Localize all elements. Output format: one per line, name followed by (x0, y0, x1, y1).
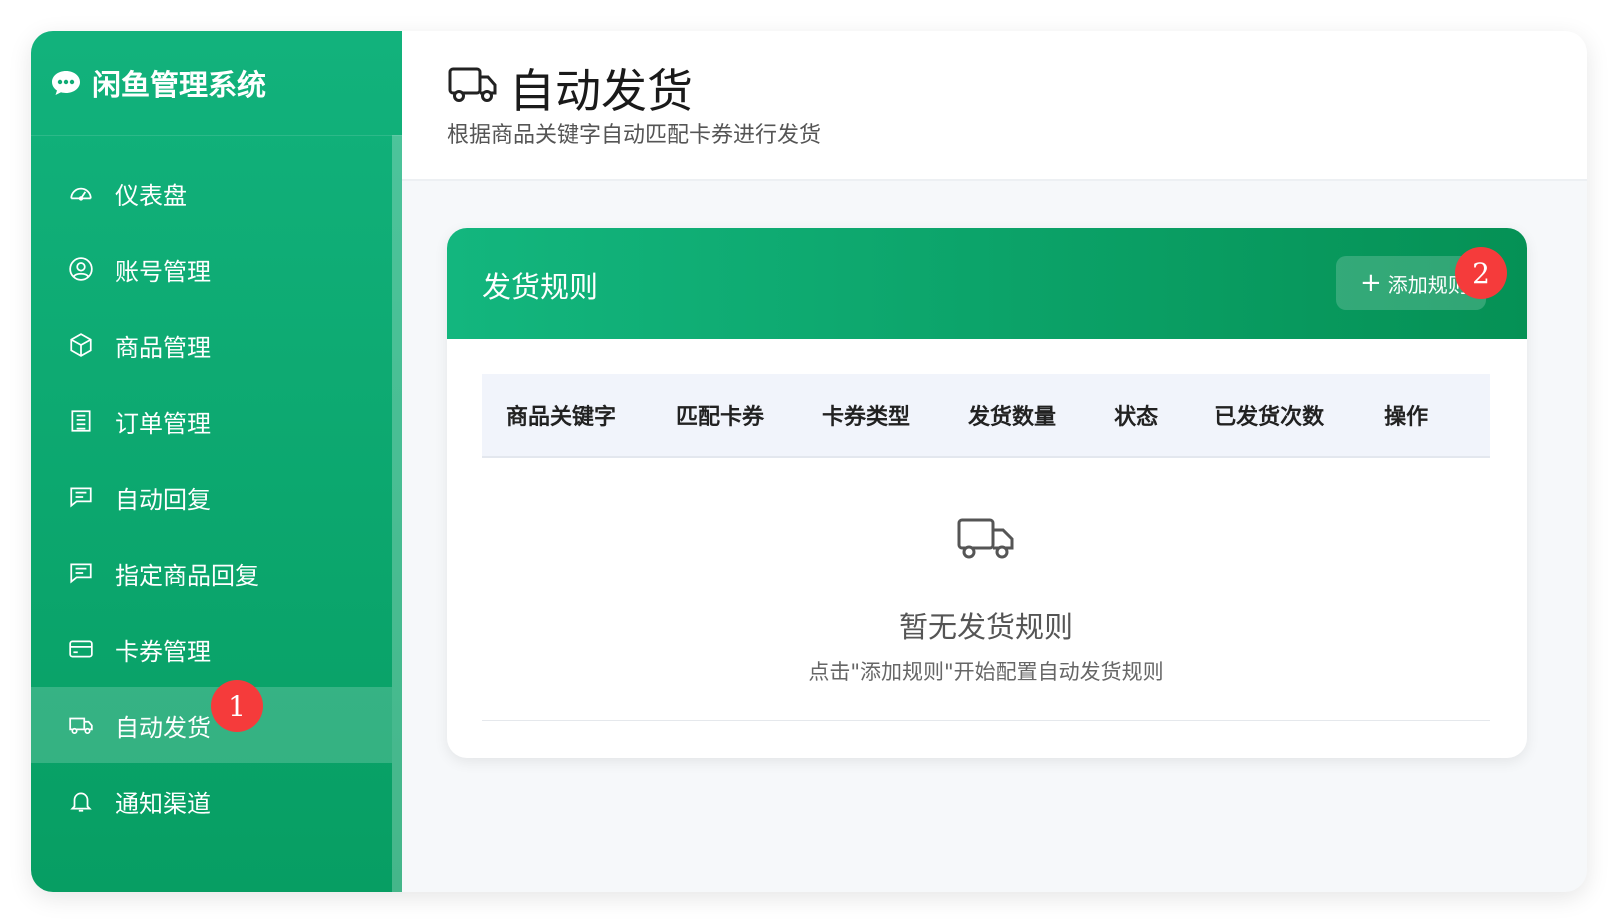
column-header: 匹配卡券 (676, 405, 765, 430)
sidebar-item-auto-reply[interactable]: 自动回复 (31, 459, 392, 535)
page-header: 自动发货 根据商品关键字自动匹配卡券进行发货 (402, 31, 1587, 181)
sidebar-nav: 仪表盘 账号管理 商品管理 订单管理 自动回复 指定商品回复 卡券管理 自动发货… (31, 155, 392, 839)
page-subtitle: 根据商品关键字自动匹配卡券进行发货 (447, 123, 822, 148)
empty-title: 暂无发货规则 (898, 610, 1073, 644)
sidebar-item-product-reply[interactable]: 指定商品回复 (31, 535, 392, 611)
main-content: 自动发货 根据商品关键字自动匹配卡券进行发货 发货规则 + 添加规则 2 商品关… (402, 31, 1587, 892)
sidebar-item-label: 通知渠道 (115, 789, 211, 818)
card-header: 发货规则 + 添加规则 2 (447, 228, 1527, 339)
sidebar-scrollbar[interactable] (392, 135, 402, 892)
sidebar-item-products[interactable]: 商品管理 (31, 307, 392, 383)
rules-table: 商品关键字 匹配卡券 卡券类型 发货数量 状态 已发货次数 操作 (482, 374, 1490, 458)
plus-icon: + (1360, 268, 1382, 298)
brand: 闲鱼管理系统 (31, 31, 402, 136)
bell-icon (70, 792, 92, 812)
brand-title: 闲鱼管理系统 (92, 68, 267, 102)
sidebar-item-label: 订单管理 (115, 409, 211, 438)
empty-state: 暂无发货规则 点击"添加规则"开始配置自动发货规则 (482, 458, 1490, 721)
order-icon (71, 410, 91, 432)
sidebar: 闲鱼管理系统 仪表盘 账号管理 商品管理 订单管理 自动回复 指定商品回复 卡券… (31, 31, 402, 892)
page-title: 自动发货 (509, 64, 693, 118)
column-header: 状态 (1114, 405, 1159, 430)
sidebar-item-label: 商品管理 (115, 333, 211, 362)
sidebar-item-label: 账号管理 (115, 257, 211, 286)
chat-bubble-icon (52, 71, 80, 95)
step-badge-2: 2 (1455, 247, 1507, 299)
card-icon (69, 640, 93, 658)
truck-icon (957, 518, 1014, 559)
delivery-rules-card: 发货规则 + 添加规则 2 商品关键字 匹配卡券 卡券类型 发货数量 状态 已发… (447, 228, 1527, 758)
column-header: 发货数量 (968, 405, 1057, 430)
app-window: 闲鱼管理系统 仪表盘 账号管理 商品管理 订单管理 自动回复 指定商品回复 卡券… (31, 31, 1587, 892)
column-header: 卡券类型 (822, 405, 911, 430)
truck-icon (69, 717, 93, 734)
sidebar-item-label: 仪表盘 (115, 181, 187, 210)
sidebar-item-label: 自动发货 (115, 713, 211, 742)
sidebar-item-label: 卡券管理 (115, 637, 211, 666)
column-header: 操作 (1384, 405, 1429, 430)
sidebar-item-notify[interactable]: 通知渠道 (31, 763, 392, 839)
card-title: 发货规则 (482, 270, 599, 304)
sidebar-item-accounts[interactable]: 账号管理 (31, 231, 392, 307)
truck-icon (448, 67, 497, 102)
column-header: 已发货次数 (1214, 405, 1325, 430)
sidebar-item-cards[interactable]: 卡券管理 (31, 611, 392, 687)
user-icon (69, 257, 93, 281)
column-header: 商品关键字 (506, 405, 617, 430)
empty-description: 点击"添加规则"开始配置自动发货规则 (808, 660, 1164, 684)
dashboard-icon (70, 187, 92, 201)
sidebar-item-orders[interactable]: 订单管理 (31, 383, 392, 459)
sidebar-item-auto-delivery[interactable]: 自动发货 1 (31, 680, 392, 763)
box-icon (70, 333, 92, 357)
sidebar-item-label: 自动回复 (115, 485, 211, 514)
sidebar-item-label: 指定商品回复 (115, 561, 259, 590)
chat-icon (70, 563, 92, 584)
sidebar-item-dashboard[interactable]: 仪表盘 (31, 155, 392, 231)
chat-icon (70, 487, 92, 508)
table-header: 商品关键字 匹配卡券 卡券类型 发货数量 状态 已发货次数 操作 (482, 374, 1490, 458)
step-badge-1: 1 (211, 680, 263, 732)
